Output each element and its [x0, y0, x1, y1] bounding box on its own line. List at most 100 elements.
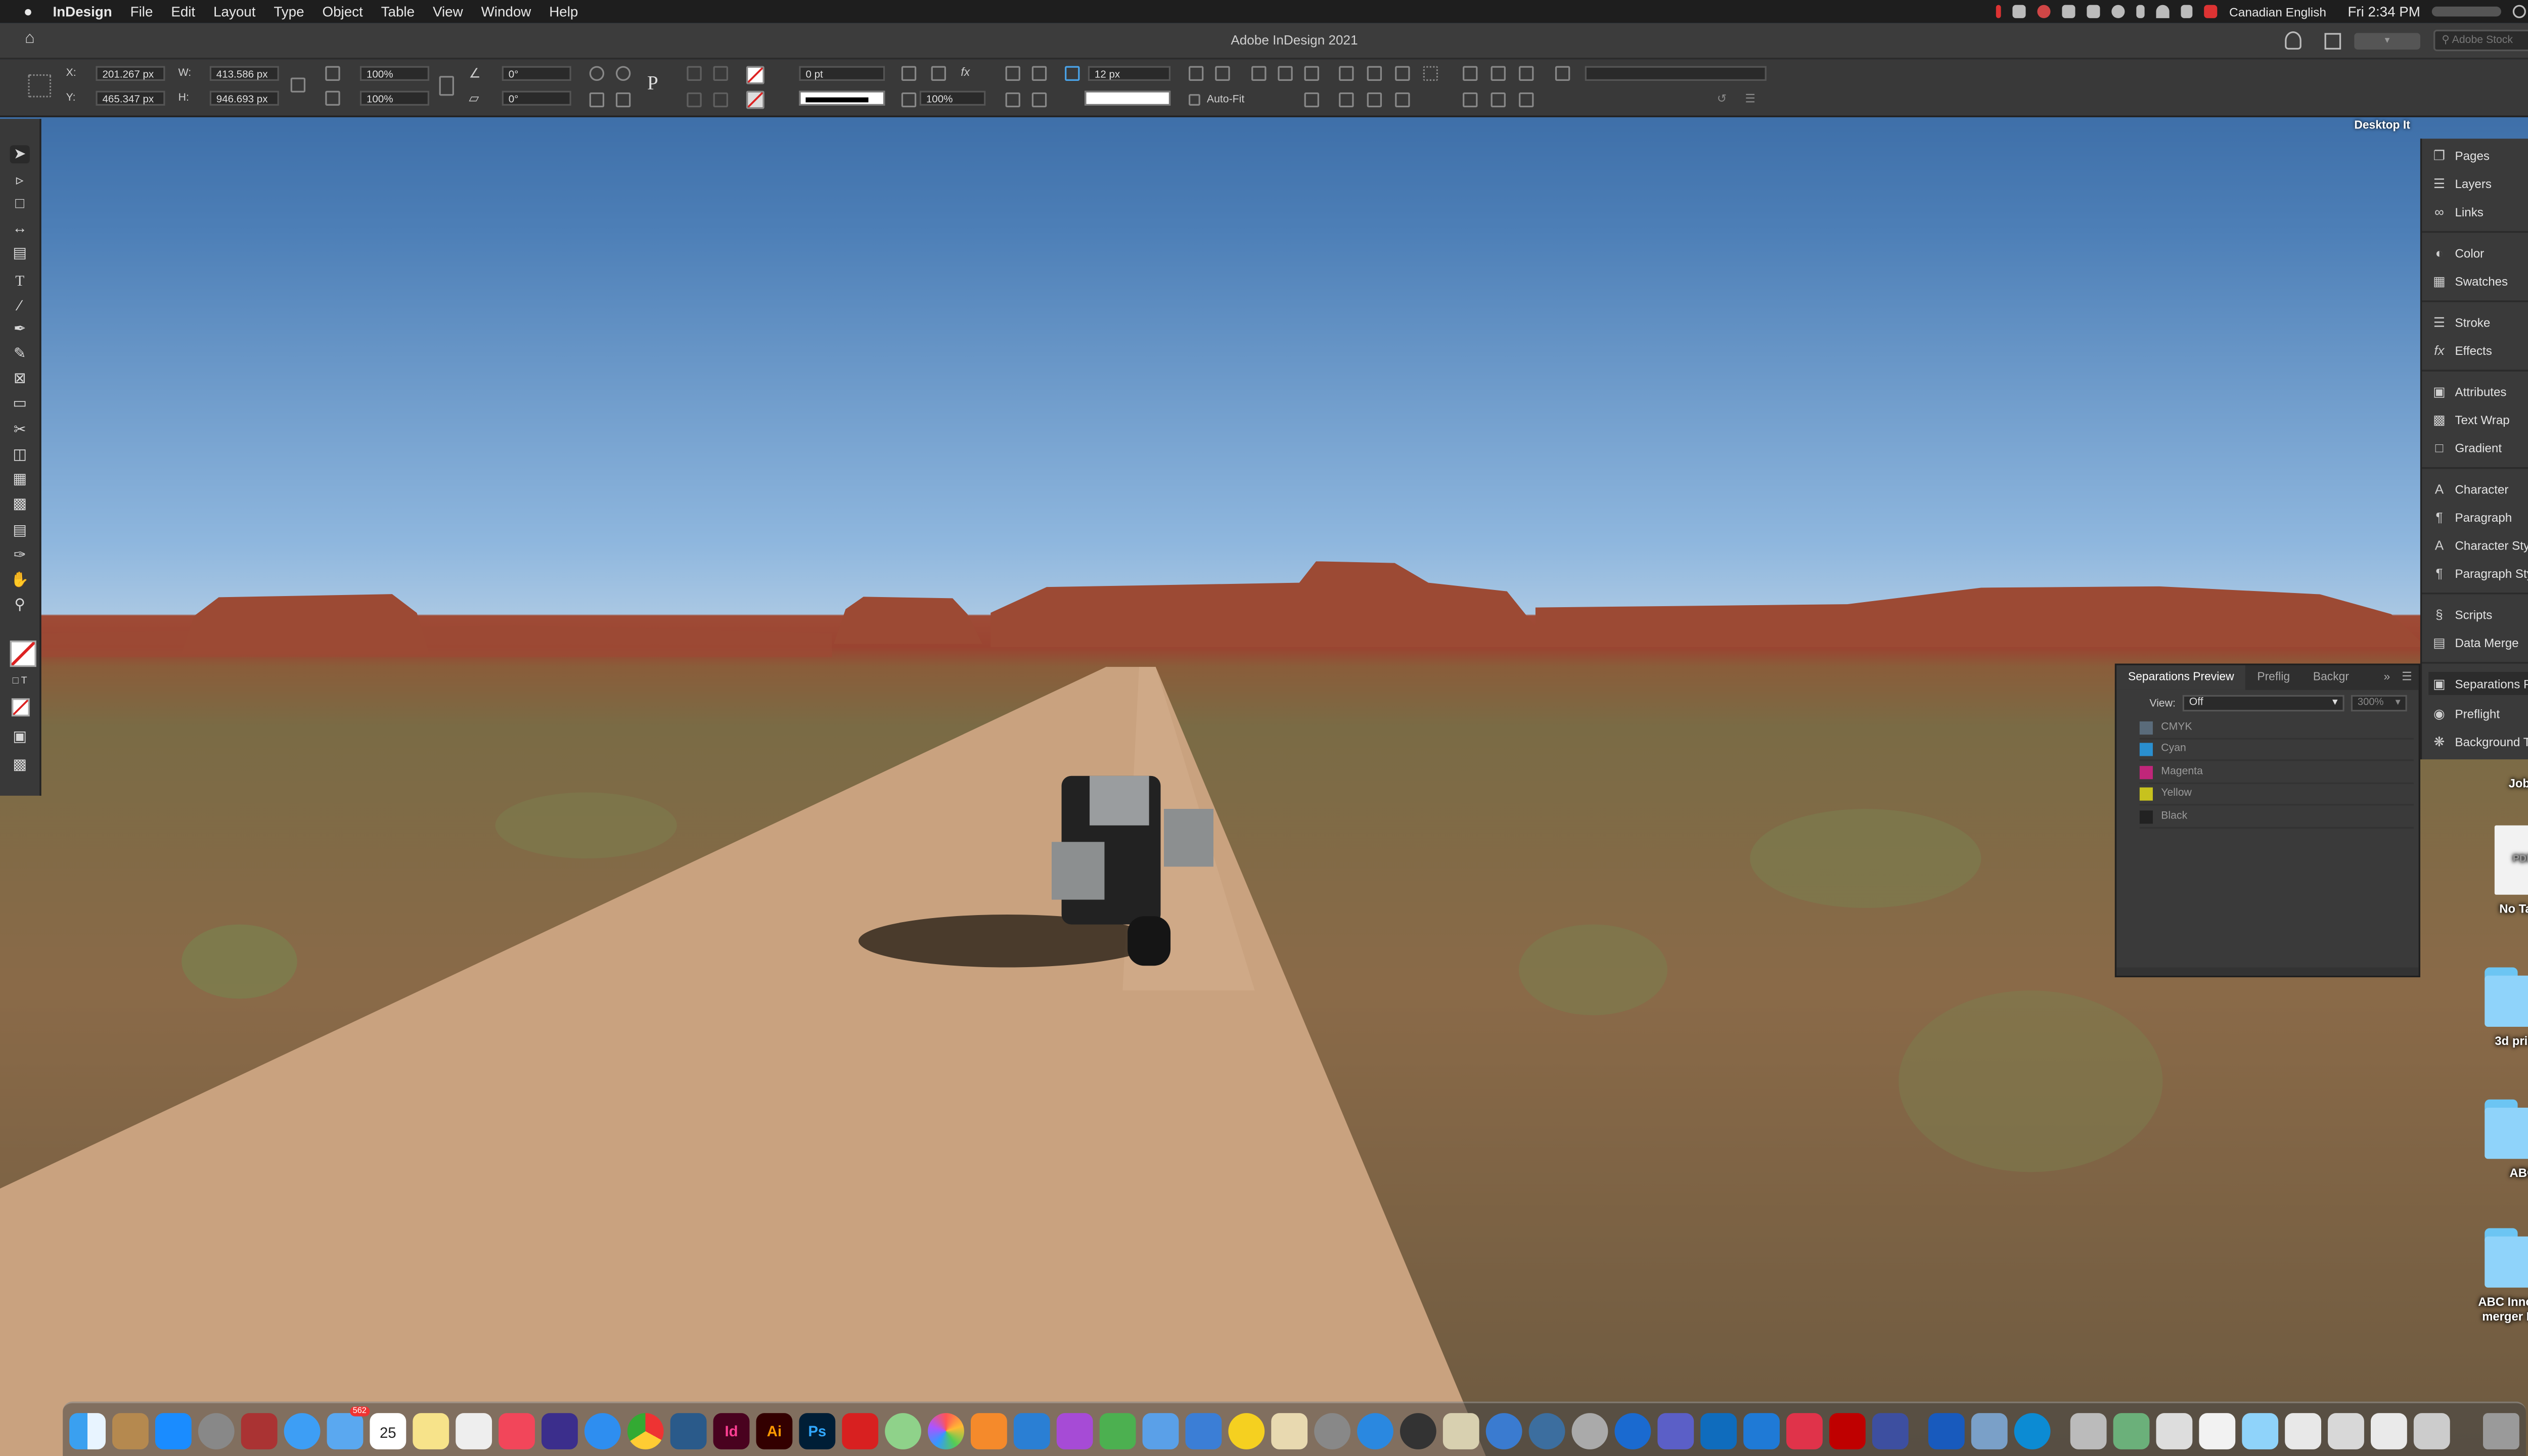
x-field[interactable]: 201.267 px	[96, 66, 165, 81]
rectangle-tool-icon[interactable]: ▭	[10, 394, 30, 413]
chrome-icon[interactable]	[627, 1413, 664, 1449]
creative-cloud-icon[interactable]	[2038, 5, 2051, 18]
flag-icon[interactable]	[2204, 5, 2218, 18]
corner-shape-dropdown[interactable]	[1085, 90, 1171, 106]
app-icon-s[interactable]	[1314, 1413, 1351, 1449]
object-styles-icon[interactable]	[1555, 66, 1570, 81]
direct-selection-tool-icon[interactable]: ▹	[10, 172, 30, 190]
distribute-bottom-icon[interactable]	[1519, 66, 1534, 81]
select-content-icon[interactable]	[713, 66, 728, 81]
drop-shadow-icon[interactable]	[901, 66, 917, 81]
app-icon-stack-3[interactable]	[2370, 1413, 2407, 1449]
notes-folder-icon[interactable]	[112, 1413, 149, 1449]
app-icon-clipboard[interactable]	[1271, 1413, 1308, 1449]
select-next-icon[interactable]	[713, 92, 728, 108]
align-vertical-centers-icon[interactable]	[1367, 92, 1382, 108]
bluetooth-icon[interactable]	[2137, 5, 2145, 18]
panel-paragraph[interactable]: ¶ Paragraph	[2432, 505, 2512, 528]
dropbox-icon[interactable]	[2087, 5, 2101, 18]
desktop-icon-jobs[interactable]: Jobs	[2473, 776, 2528, 791]
panel-stroke[interactable]: ☰ Stroke	[2432, 310, 2491, 334]
menu-type[interactable]: Type	[274, 4, 304, 20]
distribute-center-icon[interactable]	[1491, 66, 1506, 81]
align-bottom-edges-icon[interactable]	[1395, 92, 1410, 108]
desktop-icon-3d-printer[interactable]: 3d printer	[2473, 967, 2528, 1048]
share-icon[interactable]	[2324, 32, 2341, 49]
panel-options-icon[interactable]: ☰	[1745, 93, 1759, 107]
menu-edit[interactable]: Edit	[171, 4, 195, 20]
reference-point-icon[interactable]	[28, 74, 52, 98]
menu-app-name[interactable]: InDesign	[53, 4, 112, 20]
screen-mode-icon[interactable]: ▣	[10, 728, 30, 746]
app-icon-screenshot[interactable]	[1971, 1413, 2008, 1449]
tab-separations-preview[interactable]: Separations Preview	[2116, 665, 2246, 690]
app-icon-green[interactable]	[1099, 1413, 1136, 1449]
panel-data-merge[interactable]: ▤ Data Merge	[2432, 630, 2518, 654]
panel-character[interactable]: A Character	[2432, 477, 2509, 500]
filezilla-icon[interactable]	[1829, 1413, 1866, 1449]
text-frame-options-icon[interactable]	[1031, 92, 1047, 108]
teams-icon[interactable]	[1657, 1413, 1694, 1449]
object-style-dropdown[interactable]	[1585, 66, 1767, 81]
app-icon-doc-white[interactable]	[2199, 1413, 2236, 1449]
rectangle-frame-tool-icon[interactable]: ⊠	[10, 370, 30, 388]
clock[interactable]: Fri 2:34 PM	[2348, 4, 2420, 20]
pen-tool-icon[interactable]: ✒	[10, 320, 30, 338]
gap-tool-icon[interactable]: ↔	[10, 219, 30, 238]
illustrator-icon[interactable]: Ai	[756, 1413, 793, 1449]
menu-object[interactable]: Object	[322, 4, 363, 20]
system-preferences-icon[interactable]	[198, 1413, 235, 1449]
rotate-field[interactable]: 0°	[502, 66, 571, 81]
stroke-swatch-icon[interactable]	[746, 90, 764, 109]
line-tool-icon[interactable]: ∕	[10, 297, 30, 315]
constrain-proportions-icon[interactable]	[290, 77, 306, 93]
distribute-hcenter-icon[interactable]	[1491, 92, 1506, 108]
amazon-music-icon[interactable]	[541, 1413, 578, 1449]
app-icon-document[interactable]	[2156, 1413, 2193, 1449]
panel-color[interactable]: ◐ Color	[2432, 241, 2485, 264]
panel-pages[interactable]: ❐ Pages	[2432, 144, 2490, 167]
app-icon-stack-1[interactable]	[2285, 1413, 2322, 1449]
corner-size-field[interactable]: 12 px	[1088, 66, 1171, 81]
input-source[interactable]: Canadian English	[2229, 4, 2326, 19]
align-left-icon[interactable]	[1005, 66, 1020, 81]
app-icon-feather[interactable]	[1142, 1413, 1179, 1449]
fit-proportionally-icon[interactable]	[1278, 66, 1293, 81]
mail-icon[interactable]	[2062, 5, 2076, 18]
flip-vertical-icon[interactable]	[615, 92, 631, 108]
menu-table[interactable]: Table	[381, 4, 415, 20]
apply-none-icon[interactable]	[11, 698, 30, 717]
quick-apply-icon[interactable]: ↺	[1717, 93, 1732, 107]
calendar-icon[interactable]: 25	[370, 1413, 407, 1449]
eye-icon[interactable]	[2139, 720, 2153, 734]
panel-separations-preview[interactable]: ▣ Separations Preview	[2428, 671, 2528, 695]
align-left-edges-icon[interactable]	[1339, 66, 1354, 81]
content-aware-fit-icon[interactable]	[1304, 92, 1319, 108]
app-icon-grid-blue[interactable]	[1743, 1413, 1780, 1449]
select-previous-icon[interactable]	[687, 92, 702, 108]
affinity-photo-icon[interactable]	[1056, 1413, 1093, 1449]
align-right-edges-icon[interactable]	[1395, 66, 1410, 81]
panel-gradient[interactable]: □ Gradient	[2432, 436, 2502, 459]
dictionary-icon[interactable]	[241, 1413, 278, 1449]
pencil-tool-icon[interactable]: ✎	[10, 345, 30, 363]
record-icon[interactable]	[1996, 5, 2002, 18]
distribute-left-icon[interactable]	[1463, 92, 1478, 108]
wifi-icon[interactable]	[2156, 5, 2170, 18]
apple-icon[interactable]: ●	[20, 4, 36, 20]
mail-icon[interactable]: 562	[327, 1406, 370, 1449]
separation-row-black[interactable]: Black	[2139, 805, 2414, 829]
panel-links[interactable]: ∞ Links	[2432, 200, 2484, 223]
rotate-counterclockwise-icon[interactable]	[615, 66, 631, 81]
separation-row-cmyk[interactable]: CMYK	[2139, 716, 2414, 740]
app-icon-drive[interactable]	[2070, 1413, 2107, 1449]
xcode-icon[interactable]	[670, 1413, 707, 1449]
app-icon-earth[interactable]	[1528, 1413, 1565, 1449]
p-icon[interactable]: P	[647, 73, 662, 93]
cloud-icon[interactable]	[2013, 5, 2026, 18]
fill-frame-icon[interactable]	[1251, 66, 1267, 81]
w-field[interactable]: 413.586 px	[209, 66, 279, 81]
menu-help[interactable]: Help	[549, 4, 578, 20]
type-tool-icon[interactable]: T	[10, 272, 30, 291]
edge-icon[interactable]	[2014, 1413, 2051, 1449]
